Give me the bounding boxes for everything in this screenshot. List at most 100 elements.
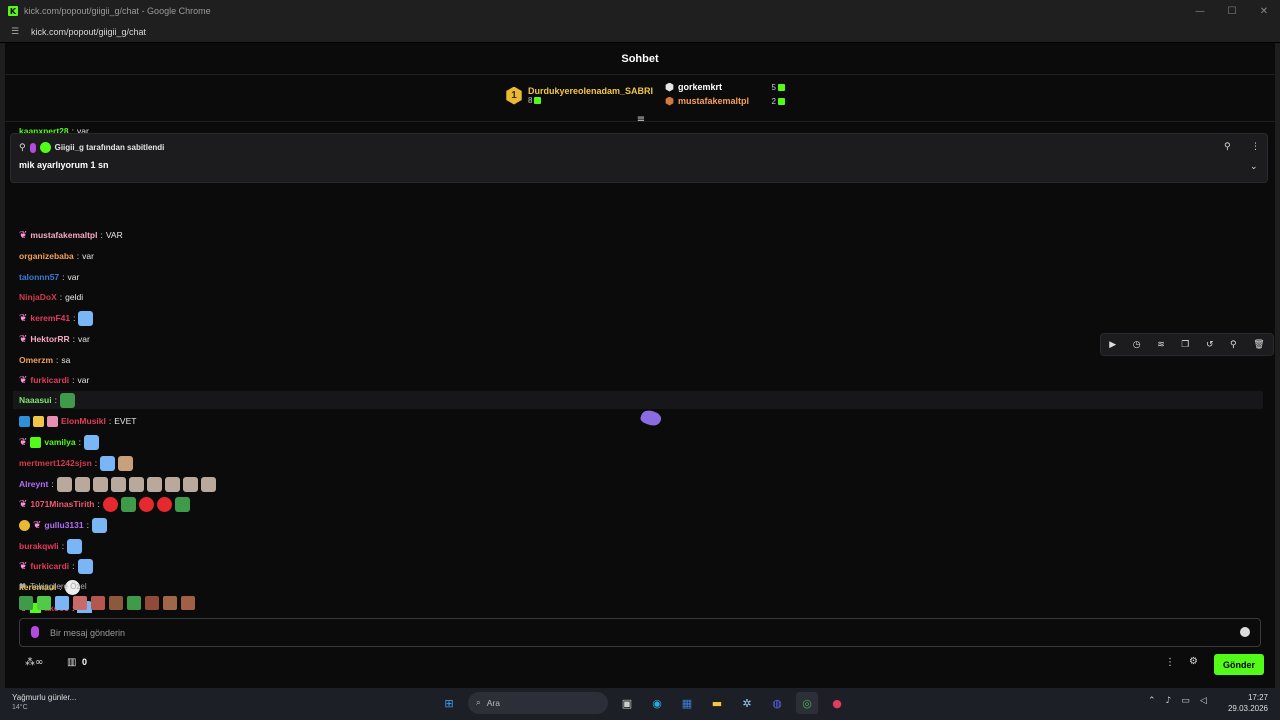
leaderboard-first[interactable]: 1 Durdukyereolenadam_SABRI 8 bbox=[505, 86, 653, 105]
clock-date: 29.03.2026 bbox=[1227, 704, 1268, 713]
chat-username[interactable]: mertmert1242sjsn bbox=[19, 458, 92, 468]
maximize-button[interactable]: ☐ bbox=[1216, 0, 1248, 22]
leaderboard-third-name: mustafakemaltpl bbox=[678, 96, 750, 106]
mic-tray-icon[interactable]: ♪ bbox=[1166, 696, 1172, 706]
chrome-icon[interactable]: ◎ bbox=[796, 692, 818, 714]
chat-username[interactable]: mustafakemaltpl bbox=[30, 230, 97, 240]
butterfly-badge-icon: ❦ bbox=[19, 436, 28, 448]
chat-username[interactable]: burakqwli bbox=[19, 541, 59, 551]
chat-username[interactable]: talonnn57 bbox=[19, 272, 59, 282]
message-input-box[interactable] bbox=[19, 618, 1261, 647]
chat-line: burakqwli: bbox=[19, 537, 83, 555]
pin-icon: ⚲ bbox=[19, 142, 26, 153]
send-button[interactable]: Gönder bbox=[1214, 654, 1264, 675]
unpin-icon[interactable]: ⚲ bbox=[1224, 142, 1231, 152]
windows-start-icon[interactable]: ⊞ bbox=[438, 692, 460, 714]
mic-icon[interactable] bbox=[31, 626, 39, 638]
chat-title: Sohbet bbox=[621, 52, 659, 65]
close-button[interactable]: ✕ bbox=[1248, 0, 1280, 22]
task-view-icon[interactable]: ▣ bbox=[616, 692, 638, 714]
chat-username[interactable]: furkicardi bbox=[30, 375, 69, 385]
chat-username[interactable]: organizebaba bbox=[19, 251, 74, 261]
emote-pick[interactable] bbox=[91, 596, 105, 610]
discord-icon[interactable]: ◍ bbox=[766, 692, 788, 714]
butterfly-badge-icon: ❦ bbox=[19, 560, 28, 572]
undo-icon[interactable]: ↺ bbox=[1206, 340, 1214, 350]
chat-username[interactable]: gullu3131 bbox=[44, 520, 83, 530]
clock[interactable]: 17:27 29.03.2026 bbox=[1228, 693, 1268, 713]
emote-pick[interactable] bbox=[145, 596, 159, 610]
rank-3-icon bbox=[665, 96, 674, 106]
settings-gear-icon[interactable]: ⚙ bbox=[1189, 656, 1198, 667]
emote-pick[interactable] bbox=[163, 596, 177, 610]
settings-app-icon[interactable]: ✲ bbox=[736, 692, 758, 714]
message-input[interactable] bbox=[50, 624, 1220, 642]
chat-username[interactable]: 1071MinasTirith bbox=[30, 499, 94, 509]
emote-pick[interactable] bbox=[109, 596, 123, 610]
site-settings-icon[interactable]: ☰ bbox=[11, 27, 23, 37]
face-emote bbox=[164, 476, 180, 492]
volume-icon[interactable]: ◁ bbox=[1200, 696, 1207, 706]
more-options-icon[interactable]: ⋮ bbox=[1165, 657, 1175, 668]
butterfly-emote bbox=[91, 517, 107, 533]
chat-username[interactable]: Alreynt bbox=[19, 479, 48, 489]
chevron-down-icon[interactable]: ⌄ bbox=[1250, 162, 1258, 172]
emote-pick[interactable] bbox=[55, 596, 69, 610]
chat-line: Omerzm: sa bbox=[19, 355, 71, 365]
face-emote bbox=[128, 476, 144, 492]
butterfly-badge-icon: ❦ bbox=[33, 519, 42, 531]
timeout-clock-icon[interactable]: ◷ bbox=[1133, 340, 1141, 350]
chat-line[interactable]: Naaasui: bbox=[19, 391, 75, 409]
chat-username[interactable]: Naaasui bbox=[19, 395, 52, 405]
emote-pick[interactable] bbox=[127, 596, 141, 610]
butterfly-badge-icon: ❦ bbox=[19, 374, 28, 386]
pin-message-icon[interactable]: ⚲ bbox=[1230, 340, 1237, 350]
delete-icon[interactable]: 🗑 bbox=[1253, 340, 1264, 350]
emoji-picker-icon[interactable] bbox=[1240, 627, 1250, 637]
leaderboard-third-count-row: 2 bbox=[772, 97, 785, 106]
leaderboard-first-count-row: 8 bbox=[528, 96, 653, 105]
chat-username[interactable]: HektorRR bbox=[30, 334, 69, 344]
pinned-text: mik ayarlıyorum 1 sn bbox=[19, 160, 109, 170]
butterfly-emote bbox=[78, 310, 94, 326]
followers-only-label: ♥ Takipçilere Özel bbox=[19, 582, 87, 591]
chat-username[interactable]: ElonMusikl bbox=[61, 416, 106, 426]
pinned-message[interactable]: ⚲ Giigii_g tarafından sabitlendi mik aya… bbox=[10, 133, 1268, 183]
app-icon[interactable]: ● bbox=[826, 692, 848, 714]
emote-pick[interactable] bbox=[37, 596, 51, 610]
taskbar-search[interactable]: ⌕ Ara bbox=[468, 692, 608, 714]
leaderboard-third[interactable]: mustafakemaltpl 2 bbox=[665, 96, 785, 106]
chat-username[interactable]: keremF41 bbox=[30, 313, 70, 323]
emote-pick[interactable] bbox=[181, 596, 195, 610]
chat-line: mertmert1242sjsn: bbox=[19, 454, 134, 472]
face-emote bbox=[74, 476, 90, 492]
emote-pick[interactable] bbox=[19, 596, 33, 610]
search-label: Ara bbox=[486, 698, 500, 708]
copy-icon[interactable]: ❐ bbox=[1181, 340, 1189, 350]
store-app-icon[interactable]: ▦ bbox=[676, 692, 698, 714]
slow-mode-icon[interactable]: ≋ bbox=[1157, 340, 1165, 350]
chat-line: ElonMusikl: EVET bbox=[19, 412, 136, 430]
followers-only-text: Takipçilere Özel bbox=[30, 582, 87, 591]
gift-icon bbox=[534, 97, 542, 104]
chevron-up-icon[interactable]: ⌃ bbox=[1148, 696, 1156, 706]
channel-points-icon[interactable]: ⁂∞ bbox=[25, 657, 43, 668]
leaderboard-second[interactable]: gorkemkrt 5 bbox=[665, 82, 785, 92]
more-options-icon[interactable]: ⋮ bbox=[1251, 142, 1260, 152]
weather-widget[interactable]: Yağmurlu günler... 14°C bbox=[12, 693, 76, 711]
heart-emote bbox=[156, 496, 172, 512]
chat-username[interactable]: furkicardi bbox=[30, 561, 69, 571]
minimize-button[interactable]: — bbox=[1184, 0, 1216, 22]
file-explorer-icon[interactable]: ▬ bbox=[706, 692, 728, 714]
chat-username[interactable]: NinjaDoX bbox=[19, 292, 57, 302]
address-bar[interactable]: ☰ kick.com/popout/giigii_g/chat bbox=[0, 22, 1280, 42]
network-icon[interactable]: ▭ bbox=[1181, 696, 1190, 706]
play-icon[interactable]: ▶ bbox=[1109, 340, 1116, 350]
chat-username[interactable]: Omerzm bbox=[19, 355, 53, 365]
gift-leaderboard: 1 Durdukyereolenadam_SABRI 8 gorkemkrt 5 bbox=[5, 76, 1275, 125]
leaderboard-second-count: 5 bbox=[771, 82, 776, 92]
chat-username[interactable]: vamilya bbox=[44, 437, 75, 447]
emote-pick[interactable] bbox=[73, 596, 87, 610]
edge-icon[interactable]: ◉ bbox=[646, 692, 668, 714]
store-icon[interactable]: ▥ bbox=[67, 657, 76, 668]
